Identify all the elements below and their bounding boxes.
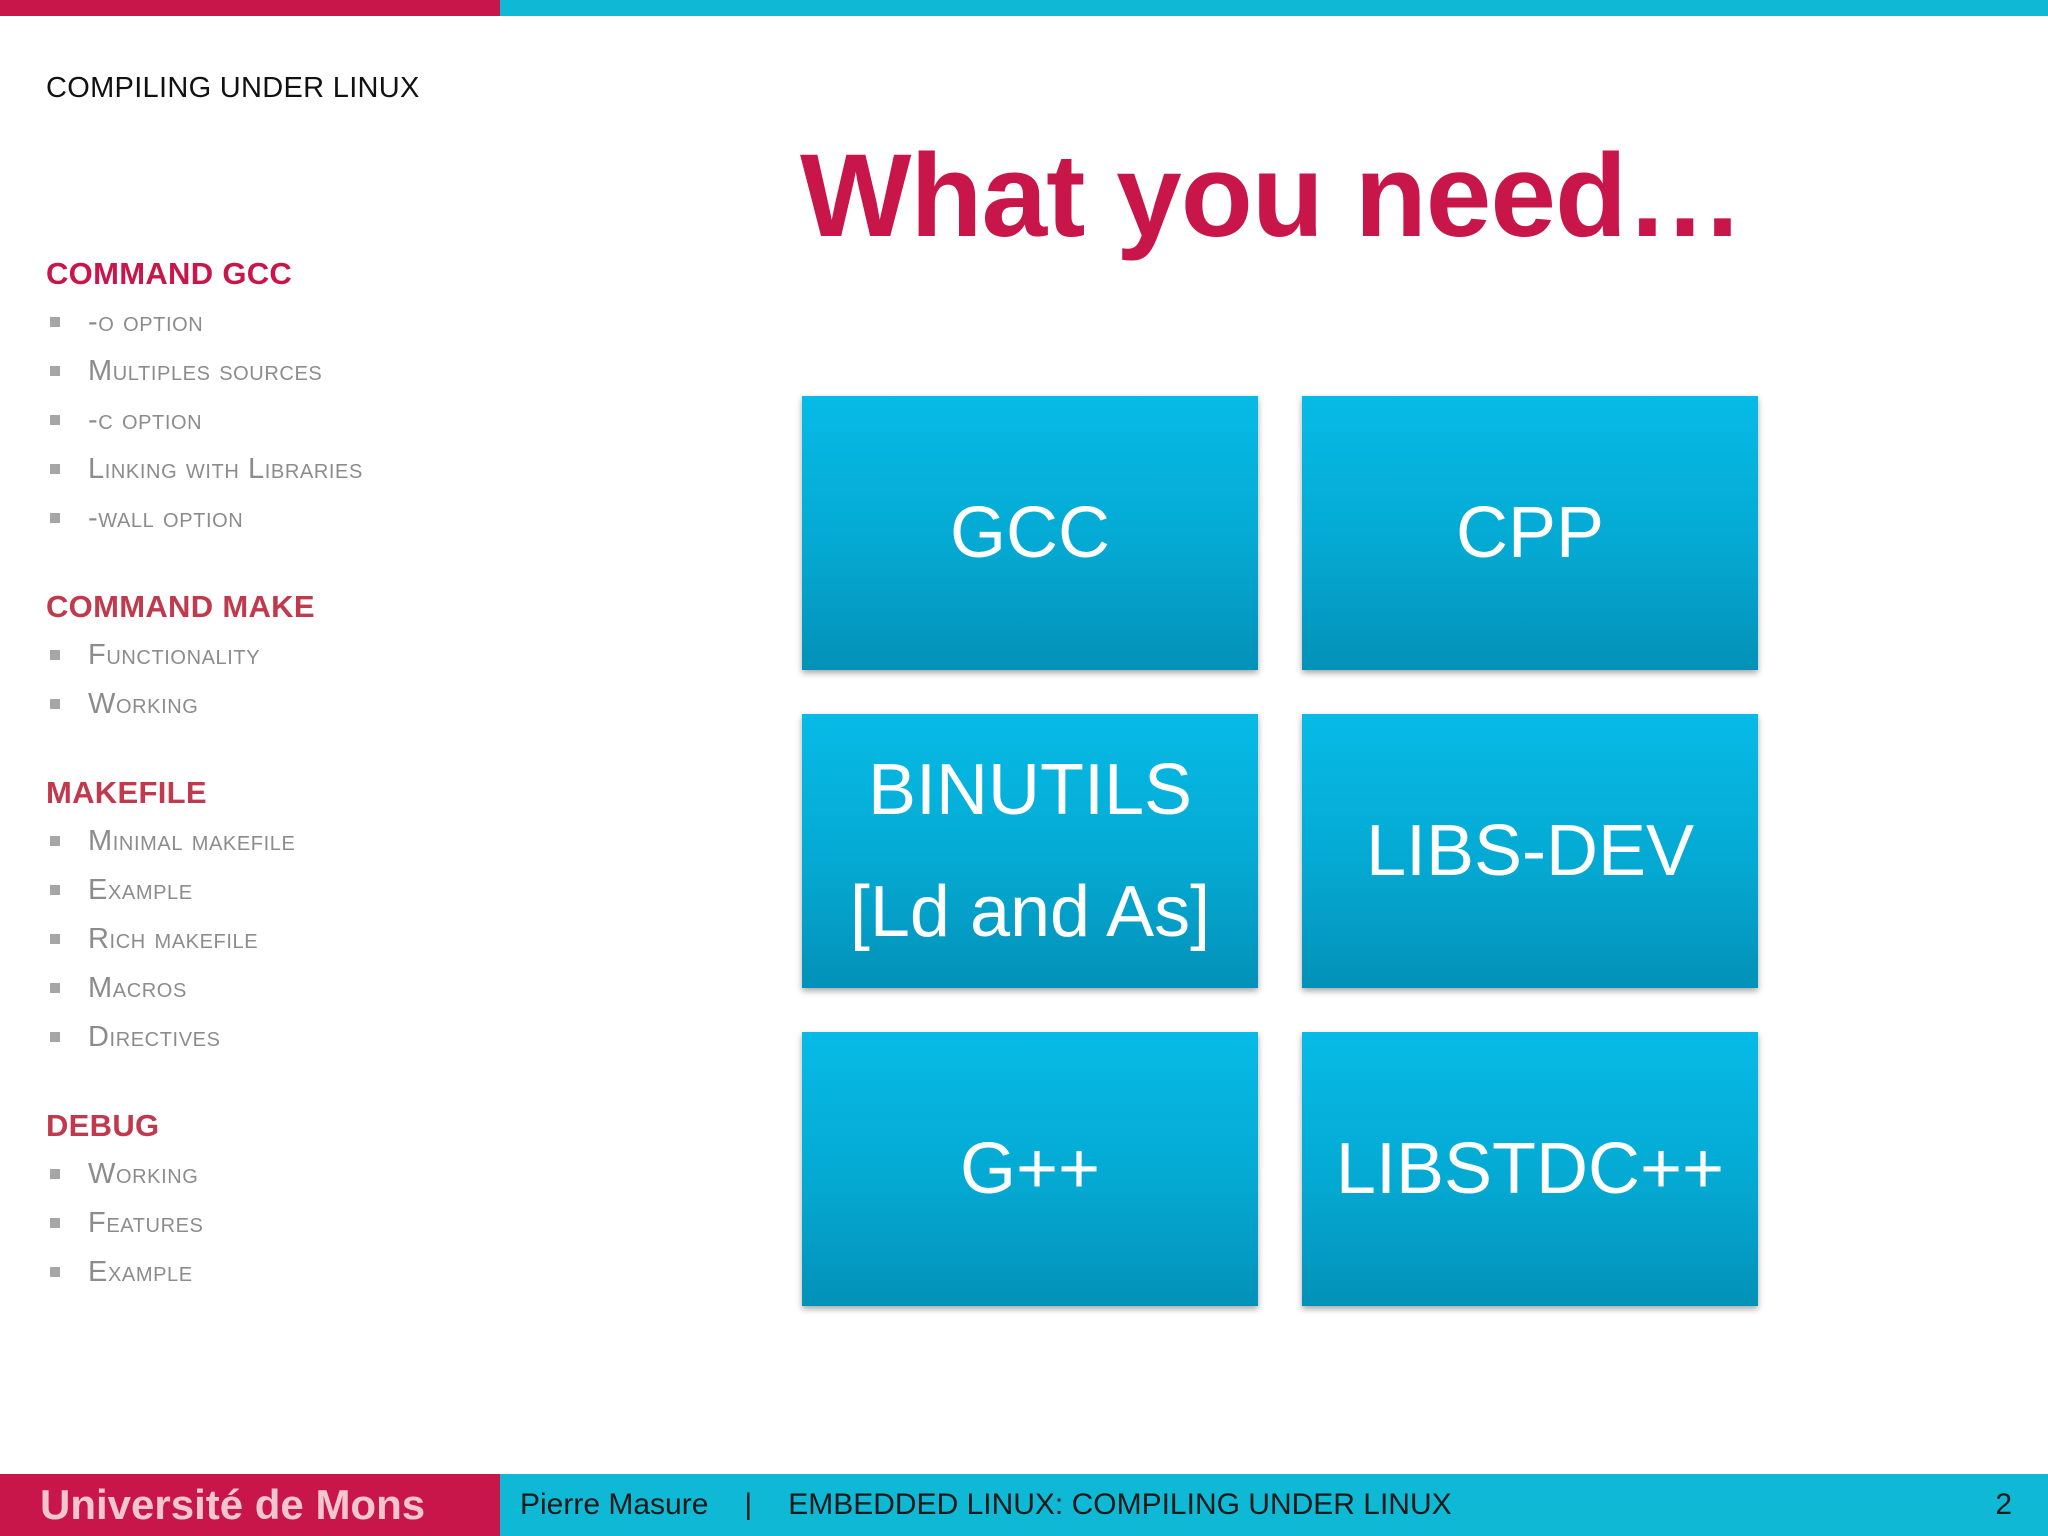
outline-group-command-gcc: COMMAND GCC -o option Multiples sources … — [46, 250, 606, 543]
outline-item: -wall option — [46, 494, 606, 543]
outline-item-label: Linking with Libraries — [88, 453, 363, 485]
footer-author: Pierre Masure — [520, 1488, 709, 1521]
outline-item: Working — [46, 680, 606, 729]
outline-item: Functionality — [46, 631, 606, 680]
outline-item: Macros — [46, 964, 606, 1013]
outline-group-command-make: COMMAND MAKE Functionality Working — [46, 583, 606, 729]
bullet-square-icon — [50, 983, 60, 993]
bullet-square-icon — [50, 464, 60, 474]
tile-label: LIBS-DEV — [1365, 811, 1695, 891]
top-accent-bar — [0, 0, 2048, 16]
outline-group-title: COMMAND MAKE — [46, 589, 315, 624]
university-name: Université de Mons — [40, 1481, 426, 1528]
top-accent-cyan — [500, 0, 2048, 16]
outline-item: Features — [46, 1199, 606, 1248]
outline-group-title: MAKEFILE — [46, 775, 207, 810]
outline-group-title: DEBUG — [46, 1108, 160, 1143]
bullet-square-icon — [50, 1218, 60, 1228]
outline-item-label: Features — [88, 1207, 204, 1239]
outline-group-debug: DEBUG Working Features Example — [46, 1102, 606, 1297]
footer-info: Pierre Masure | EMBEDDED LINUX: COMPILING … — [520, 1474, 1452, 1536]
outline-item-label: -wall option — [88, 502, 244, 534]
tile-libs-dev: LIBS-DEV — [1302, 714, 1758, 988]
outline-item: -c option — [46, 396, 606, 445]
footer-course: EMBEDDED LINUX: COMPILING UNDER LINUX — [788, 1488, 1452, 1521]
tile-sublabel: [Ld and As] — [849, 872, 1211, 952]
outline-item-label: Example — [88, 1256, 193, 1288]
bullet-square-icon — [50, 317, 60, 327]
slide-heading: What you need… — [800, 130, 1744, 262]
outline-group-makefile: MAKEFILE Minimal makefile Example Rich m… — [46, 769, 606, 1062]
bullet-square-icon — [50, 513, 60, 523]
bullet-square-icon — [50, 1169, 60, 1179]
top-accent-red — [0, 0, 500, 16]
bullet-square-icon — [50, 415, 60, 425]
outline-item-label: -c option — [88, 404, 203, 436]
tile-binutils: BINUTILS [Ld and As] — [802, 714, 1258, 988]
tile-label: BINUTILS — [867, 750, 1193, 830]
footer-red-band: Université de Mons — [0, 1474, 500, 1536]
outline-item: Directives — [46, 1013, 606, 1062]
outline-item-label: Rich makefile — [88, 923, 259, 955]
bullet-square-icon — [50, 1032, 60, 1042]
outline-item: Rich makefile — [46, 915, 606, 964]
bullet-square-icon — [50, 885, 60, 895]
tile-libstdcpp: LIBSTDC++ — [1302, 1032, 1758, 1306]
section-title: COMPILING UNDER LINUX — [46, 72, 420, 104]
outline-item: Working — [46, 1150, 606, 1199]
tile-label: CPP — [1455, 493, 1605, 573]
outline-item-label: Directives — [88, 1021, 221, 1053]
outline-item: Minimal makefile — [46, 817, 606, 866]
tile-gcc: GCC — [802, 396, 1258, 670]
tile-label: G++ — [959, 1129, 1101, 1209]
tile-label: GCC — [950, 493, 1110, 573]
bullet-square-icon — [50, 836, 60, 846]
outline-item: Multiples sources — [46, 347, 606, 396]
bullet-square-icon — [50, 934, 60, 944]
bullet-square-icon — [50, 1267, 60, 1277]
outline-item-label: Macros — [88, 972, 187, 1004]
outline-item: -o option — [46, 298, 606, 347]
outline-item-label: Minimal makefile — [88, 825, 296, 857]
footer-separator: | — [744, 1488, 753, 1521]
tile-label: LIBSTDC++ — [1335, 1129, 1725, 1209]
outline-group-title: COMMAND GCC — [46, 256, 293, 291]
footer-bar: Université de Mons Pierre Masure | EMBEDDE… — [0, 1474, 2048, 1536]
bullet-square-icon — [50, 366, 60, 376]
outline-item: Linking with Libraries — [46, 445, 606, 494]
outline-item-label: Example — [88, 874, 193, 906]
bullet-square-icon — [50, 650, 60, 660]
tile-gpp: G++ — [802, 1032, 1258, 1306]
tile-cpp: CPP — [1302, 396, 1758, 670]
outline-item: Example — [46, 1248, 606, 1297]
outline-item-label: -o option — [88, 306, 204, 338]
sidebar-outline: COMMAND GCC -o option Multiples sources … — [46, 250, 606, 1337]
outline-item-label: Multiples sources — [88, 355, 323, 387]
outline-item: Example — [46, 866, 606, 915]
outline-item-label: Functionality — [88, 639, 261, 671]
bullet-square-icon — [50, 699, 60, 709]
page-number: 2 — [1995, 1488, 2012, 1521]
outline-item-label: Working — [88, 1158, 199, 1190]
outline-item-label: Working — [88, 688, 199, 720]
